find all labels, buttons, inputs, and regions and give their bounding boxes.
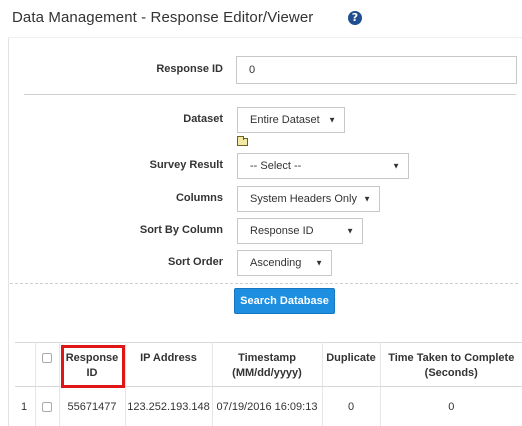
caret-down-icon: ▼ — [346, 226, 354, 236]
dataset-label: Dataset — [183, 113, 223, 125]
ip-address-header[interactable]: IP Address — [125, 342, 213, 387]
sort-by-column-select[interactable]: Response ID ▼ — [237, 218, 363, 244]
caret-down-icon: ▼ — [328, 115, 336, 125]
row-select — [35, 386, 60, 426]
response-id-label: Response ID — [156, 63, 223, 75]
form-divider — [24, 94, 516, 95]
duplicate-cell: 0 — [322, 386, 381, 426]
select-all-checkbox[interactable] — [42, 353, 52, 364]
dataset-value: Entire Dataset — [250, 114, 320, 126]
columns-label: Columns — [175, 192, 223, 204]
table-row: 1 55671477 123.252.193.148 07/19/2016 16… — [15, 386, 522, 426]
survey-result-select[interactable]: -- Select -- ▼ — [237, 153, 409, 179]
response-id-input[interactable]: 0 — [236, 56, 517, 84]
duplicate-header[interactable]: Duplicate — [322, 342, 381, 387]
help-icon[interactable]: ? — [348, 11, 362, 25]
time-taken-cell: 0 — [380, 386, 522, 426]
row-checkbox[interactable] — [42, 401, 52, 412]
columns-value: System Headers Only — [250, 193, 357, 205]
dataset-select[interactable]: Entire Dataset ▼ — [237, 107, 345, 133]
sort-order-label: Sort Order — [167, 256, 223, 268]
select-all-header — [35, 342, 60, 387]
content-left-border — [8, 38, 9, 426]
time-taken-header[interactable]: Time Taken to Complete (Seconds) — [380, 342, 522, 387]
columns-select[interactable]: System Headers Only ▼ — [237, 186, 380, 212]
sort-by-column-label: Sort By Column — [139, 224, 223, 236]
row-number-header — [15, 342, 36, 387]
ip-address-cell: 123.252.193.148 — [125, 386, 213, 426]
row-number: 1 — [15, 386, 36, 426]
sort-order-select[interactable]: Ascending ▼ — [237, 250, 332, 276]
sort-by-column-value: Response ID — [250, 225, 314, 237]
timestamp-cell: 07/19/2016 16:09:13 — [212, 386, 323, 426]
response-id-highlight — [61, 345, 125, 388]
timestamp-header[interactable]: Timestamp (MM/dd/yyyy) — [212, 342, 323, 387]
sort-order-value: Ascending — [250, 257, 302, 269]
caret-down-icon: ▼ — [315, 258, 323, 268]
page-title: Data Management - Response Editor/Viewer — [12, 9, 314, 26]
caret-down-icon: ▼ — [392, 161, 400, 171]
caret-down-icon: ▼ — [363, 194, 371, 204]
form-dashed-divider — [10, 283, 518, 284]
response-id-value: 0 — [249, 64, 256, 76]
search-database-button[interactable]: Search Database — [234, 288, 335, 314]
response-id-link[interactable]: 55671477 — [59, 386, 126, 426]
survey-result-value: -- Select -- — [250, 160, 302, 172]
folder-icon[interactable] — [237, 136, 248, 146]
survey-result-label: Survey Result — [149, 159, 223, 171]
header-rule — [8, 37, 522, 38]
